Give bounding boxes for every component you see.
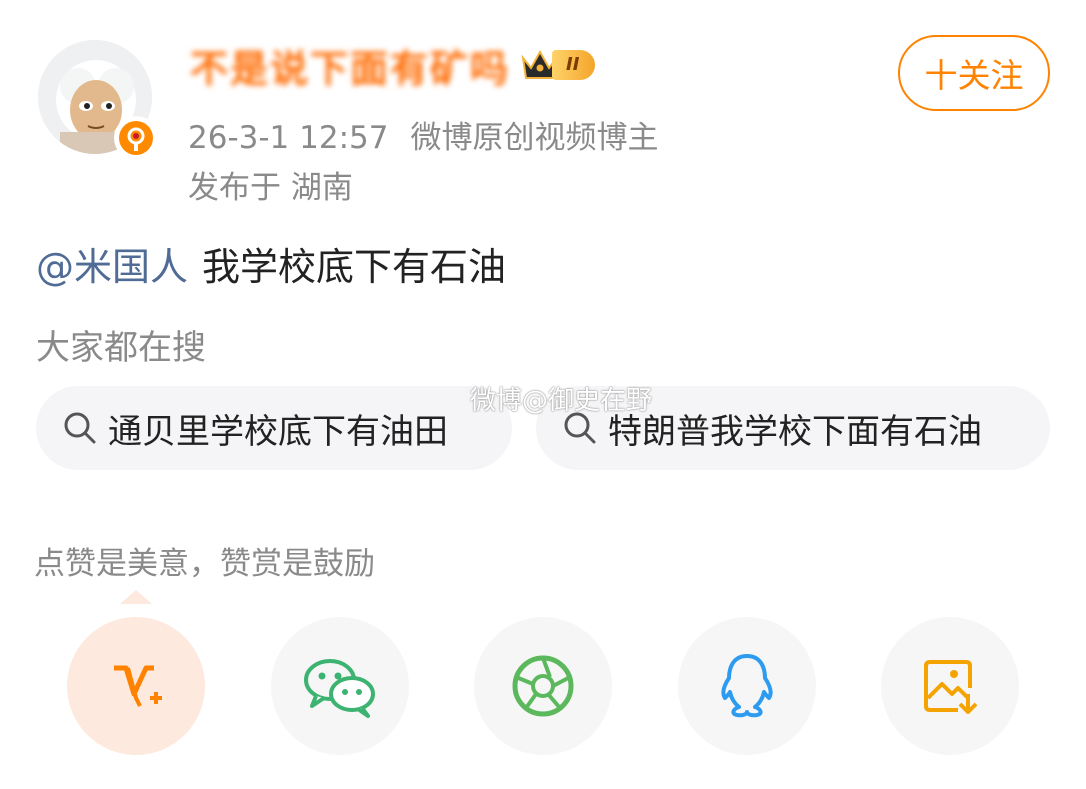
search-suggestion-text: 通贝里学校底下有油田 [108, 411, 448, 452]
vplus-icon [114, 665, 162, 707]
post-location: 发布于 湖南 [188, 170, 353, 206]
share-save-image-button[interactable] [881, 617, 1019, 755]
share-qq-button[interactable] [678, 617, 816, 755]
moments-icon [512, 655, 574, 717]
mention-link[interactable]: @米国人 [36, 245, 188, 289]
post-text: 我学校底下有石油 [202, 245, 507, 289]
share-wechat-button[interactable] [271, 617, 409, 755]
verified-badge-icon [114, 116, 158, 160]
search-suggestion-chip[interactable]: 通贝里学校底下有油田 [36, 386, 512, 470]
post-content: @米国人 我学校底下有石油 [36, 236, 506, 291]
member-level-badge: II [520, 48, 596, 82]
search-section-title: 大家都在搜 [36, 328, 206, 368]
qq-icon [721, 654, 773, 718]
post-meta: 26-3-1 12:57 微博原创视频博主 [188, 112, 658, 157]
author-name-row[interactable]: 不是说下面有矿吗 II [190, 38, 596, 93]
wechat-icon [304, 659, 375, 718]
search-icon [64, 412, 96, 444]
tooltip-pointer [120, 590, 152, 604]
share-moments-button[interactable] [474, 617, 612, 755]
author-source: 微博原创视频博主 [410, 120, 659, 156]
follow-button[interactable]: 十关注 [898, 35, 1050, 111]
post-time: 26-3-1 12:57 [188, 120, 389, 156]
author-name[interactable]: 不是说下面有矿吗 [190, 38, 510, 93]
search-suggestion-text: 特朗普我学校下面有石油 [608, 411, 982, 452]
watermark: 微博@御史在野 [470, 386, 653, 416]
save-image-icon [924, 660, 978, 714]
share-vplus-button[interactable] [67, 617, 205, 755]
reward-text: 点赞是美意，赞赏是鼓励 [34, 546, 375, 582]
level-label: II [552, 50, 596, 80]
